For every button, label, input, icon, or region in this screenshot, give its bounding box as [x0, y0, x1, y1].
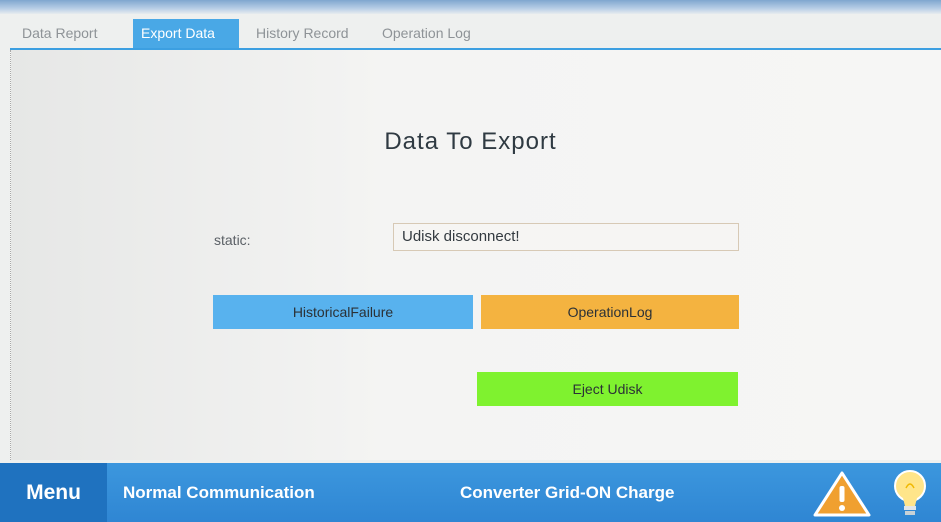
converter-status: Converter Grid-ON Charge	[460, 483, 675, 502]
static-label: static:	[214, 232, 251, 248]
tab-history-record[interactable]: History Record	[248, 19, 357, 48]
status-footer: Menu Normal Communication Converter Grid…	[0, 463, 941, 522]
tab-operation-log[interactable]: Operation Log	[374, 19, 479, 48]
window-top-strip	[0, 0, 941, 14]
historical-failure-button[interactable]: HistoricalFailure	[213, 295, 473, 329]
page-title: Data To Export	[384, 128, 557, 155]
lightbulb-icon[interactable]	[888, 468, 932, 520]
communication-status: Normal Communication	[123, 483, 315, 502]
tab-bar: Data Report Export Data History Record O…	[10, 14, 941, 50]
tab-data-report[interactable]: Data Report	[14, 19, 105, 48]
udisk-status-field: Udisk disconnect!	[393, 223, 739, 251]
eject-udisk-button[interactable]: Eject Udisk	[477, 372, 738, 406]
menu-button[interactable]: Menu	[0, 463, 107, 522]
operation-log-button[interactable]: OperationLog	[481, 295, 739, 329]
warning-icon[interactable]	[812, 470, 872, 518]
tab-export-data[interactable]: Export Data	[133, 19, 239, 48]
export-panel	[10, 50, 941, 460]
